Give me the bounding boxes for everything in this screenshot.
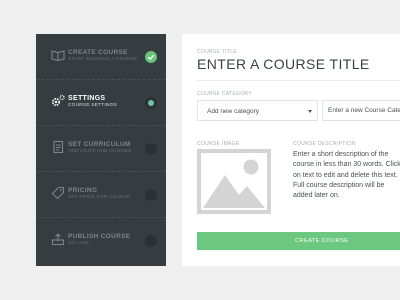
step-pending-indicator-icon (145, 189, 157, 201)
step-pending-indicator-icon (145, 143, 157, 155)
step-current-indicator-icon (145, 97, 157, 109)
book-icon (51, 48, 65, 62)
create-course-button[interactable]: CREATE COURSE (197, 232, 400, 250)
course-description-label: COURSE DESCRIPTION (293, 141, 356, 147)
step-settings[interactable]: SETTINGS COURSE SETTINGS (36, 80, 166, 126)
gears-icon (51, 94, 65, 108)
step-title: CREATE COURSE (68, 49, 128, 56)
step-title: SET CURRICULUM (68, 141, 131, 148)
category-select[interactable]: Add new category (197, 100, 318, 121)
step-create-course[interactable]: CREATE COURSE START BUILDING A COURSE (36, 34, 166, 80)
title-divider (197, 80, 400, 81)
chevron-down-icon (308, 110, 312, 113)
step-subtitle: GO LIVE ! (68, 241, 92, 246)
document-icon (51, 140, 65, 154)
new-category-input[interactable] (322, 100, 400, 121)
step-title: SETTINGS (68, 95, 106, 102)
step-complete-check-icon (145, 51, 157, 63)
price-tag-icon (51, 186, 65, 200)
image-placeholder-icon (203, 159, 265, 208)
step-pricing[interactable]: PRICING SET PRICE FOR COURSE (36, 172, 166, 218)
step-set-curriculum[interactable]: SET CURRICULUM ADD UNITS AND QUIZZES (36, 126, 166, 172)
course-description-text[interactable]: Enter a short description of the course … (293, 150, 400, 201)
step-subtitle: COURSE SETTINGS (68, 103, 117, 108)
category-selected-value: Add new category (207, 108, 260, 115)
course-image-label: COURSE IMAGE (197, 141, 240, 147)
course-title-label: COURSE TITLE (197, 49, 237, 55)
course-form-panel: COURSE TITLE ENTER A COURSE TITLE COURSE… (182, 34, 400, 266)
step-publish-course[interactable]: PUBLISH COURSE GO LIVE ! (36, 218, 166, 264)
course-title-field[interactable]: ENTER A COURSE TITLE (197, 56, 370, 72)
step-subtitle: ADD UNITS AND QUIZZES (68, 149, 132, 154)
upload-icon (51, 232, 65, 246)
step-pending-indicator-icon (145, 235, 157, 247)
course-steps-sidebar: CREATE COURSE START BUILDING A COURSE SE… (36, 34, 166, 266)
step-title: PRICING (68, 187, 98, 194)
step-subtitle: START BUILDING A COURSE (68, 57, 138, 62)
step-subtitle: SET PRICE FOR COURSE (68, 195, 131, 200)
course-image-placeholder[interactable] (197, 149, 271, 214)
course-category-label: COURSE CATEGORY (197, 91, 252, 97)
step-title: PUBLISH COURSE (68, 233, 131, 240)
